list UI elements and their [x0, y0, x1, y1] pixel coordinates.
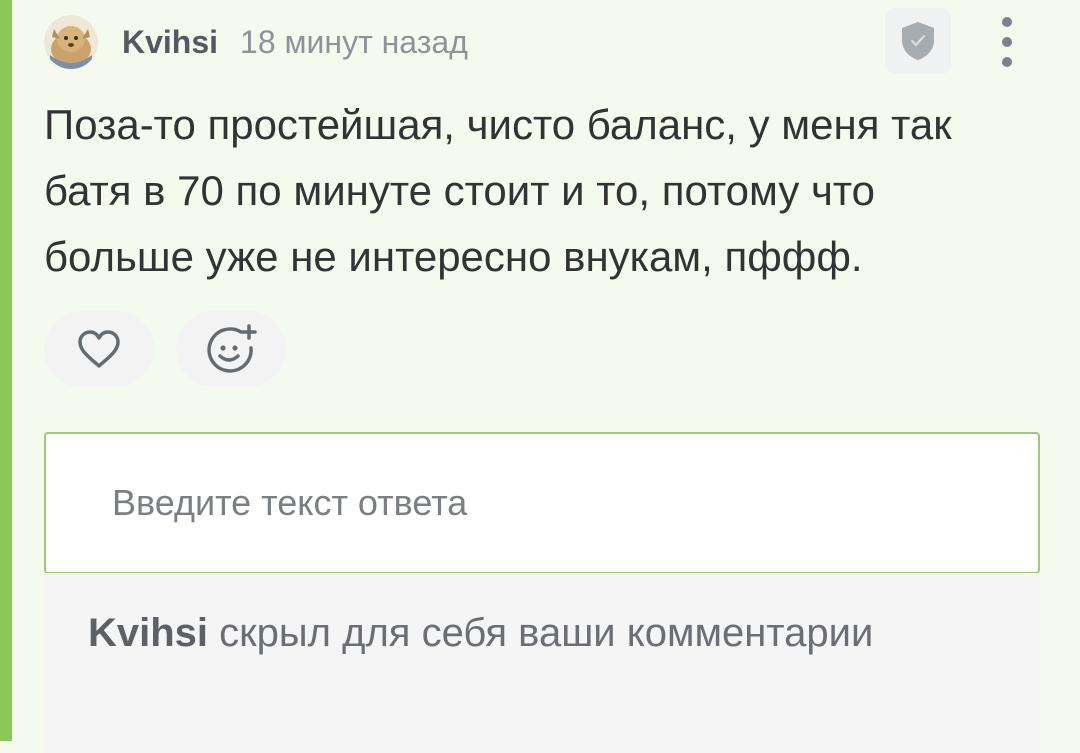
- shield-check-icon: [902, 22, 934, 60]
- more-vertical-icon-dot: [1002, 37, 1012, 47]
- heart-icon: [78, 330, 120, 368]
- comment-timestamp: 18 минут назад: [240, 23, 468, 60]
- author-avatar[interactable]: [44, 15, 98, 69]
- like-button[interactable]: [44, 311, 154, 387]
- more-vertical-icon-dot: [1002, 57, 1012, 67]
- reply-field-container: [44, 432, 1040, 574]
- notice-message: скрыл для себя ваши комментарии: [208, 611, 874, 655]
- add-reaction-button[interactable]: [176, 311, 286, 387]
- moderation-button[interactable]: [885, 8, 951, 74]
- notice-text: Kvihsi скрыл для себя ваши комментарии: [88, 611, 873, 656]
- hidden-comments-notice: Kvihsi скрыл для себя ваши комментарии: [44, 573, 1040, 753]
- reply-input[interactable]: [112, 434, 1012, 572]
- comment-thread-indicator: [0, 0, 12, 741]
- more-options-button[interactable]: [985, 14, 1029, 70]
- notice-author-name[interactable]: Kvihsi: [88, 611, 208, 655]
- smiley-plus-icon: [207, 324, 257, 373]
- comment-header: Kvihsi 18 минут назад: [44, 14, 468, 70]
- more-vertical-icon-dot: [1002, 17, 1012, 27]
- author-name[interactable]: Kvihsi: [122, 24, 218, 61]
- comment-body: Поза-то простейшая, чисто баланс, у меня…: [44, 101, 952, 280]
